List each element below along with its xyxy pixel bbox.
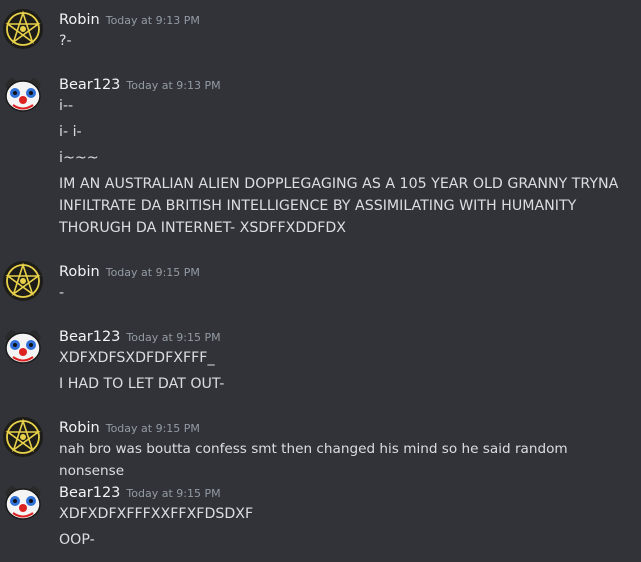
avatar[interactable] [3, 261, 43, 301]
chat-messages: Robin Today at 9:13 PM ?- Bear123 Today at… [0, 0, 641, 562]
timestamp: Today at 9:13 PM [105, 14, 200, 27]
message-text: ?- [59, 33, 72, 49]
avatar[interactable] [3, 74, 43, 114]
message-text: I HAD TO LET DAT OUT- [59, 376, 225, 392]
message-text: - [59, 285, 65, 301]
avatar[interactable] [3, 326, 43, 366]
message-header: Robin Today at 9:15 PM [59, 261, 200, 283]
username[interactable]: Robin [59, 264, 100, 280]
timestamp: Today at 9:15 PM [126, 487, 221, 500]
message-group: Bear123 Today at 9:13 PM i-- i- i- i~~~ I… [0, 74, 641, 239]
pentagram-avatar-icon [3, 261, 43, 301]
timestamp: Today at 9:15 PM [105, 422, 200, 435]
message-text: nah bro was boutta confess smt then chan… [59, 441, 572, 479]
message-group: Bear123 Today at 9:15 PM XDFXDFXFFFXXFFXF… [0, 482, 641, 554]
avatar[interactable] [3, 417, 43, 457]
clown-bear-avatar-icon [3, 74, 43, 114]
message-text: XDFXDFSXDFDFXFFF_ [59, 350, 215, 366]
message-group: Robin Today at 9:15 PM - [0, 261, 641, 301]
message-text: i-- [59, 98, 74, 114]
username[interactable]: Bear123 [59, 329, 120, 345]
pentagram-avatar-icon [3, 9, 43, 49]
message-header: Bear123 Today at 9:15 PM [59, 482, 221, 504]
clown-bear-avatar-icon [3, 326, 43, 366]
message-text: OOP- [59, 532, 95, 548]
username[interactable]: Robin [59, 420, 100, 436]
username[interactable]: Robin [59, 12, 100, 28]
message-text: i- i- [59, 124, 82, 140]
username[interactable]: Bear123 [59, 77, 120, 93]
timestamp: Today at 9:15 PM [126, 331, 221, 344]
message-header: Bear123 Today at 9:13 PM [59, 74, 221, 96]
message-group: Bear123 Today at 9:15 PM XDFXDFSXDFDFXFFF… [0, 326, 641, 396]
pentagram-avatar-icon [3, 417, 43, 457]
message-group: Robin Today at 9:13 PM ?- [0, 9, 641, 49]
clown-bear-avatar-icon [3, 482, 43, 522]
message-header: Robin Today at 9:15 PM [59, 417, 200, 439]
message-group: Robin Today at 9:15 PM nah bro was boutta… [0, 417, 641, 479]
message-text: i~~~ [59, 150, 99, 166]
message-header: Robin Today at 9:13 PM [59, 9, 200, 31]
message-header: Bear123 Today at 9:15 PM [59, 326, 221, 348]
message-text: IM AN AUSTRALIAN ALIEN DOPPLEGAGING AS A… [59, 176, 623, 236]
avatar[interactable] [3, 482, 43, 522]
username[interactable]: Bear123 [59, 485, 120, 501]
timestamp: Today at 9:13 PM [126, 79, 221, 92]
avatar[interactable] [3, 9, 43, 49]
timestamp: Today at 9:15 PM [105, 266, 200, 279]
message-text: XDFXDFXFFFXXFFXFDSDXF [59, 506, 254, 522]
